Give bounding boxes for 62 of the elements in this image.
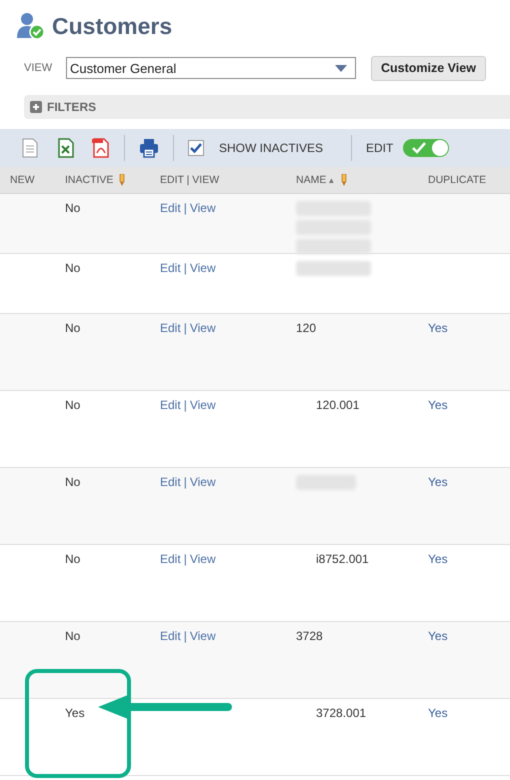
column-header[interactable]: INACTIVE <box>65 174 114 186</box>
view-dropdown[interactable]: Customer General <box>66 57 356 79</box>
view-link[interactable]: View <box>190 201 216 215</box>
edit-toggle[interactable] <box>403 139 450 157</box>
table-cell-text: 120 <box>295 321 316 335</box>
pdf-icon[interactable] <box>92 138 110 158</box>
filters-bar[interactable]: FILTERS <box>24 95 510 119</box>
table-cell-text: No <box>64 552 82 566</box>
check-icon <box>412 142 426 154</box>
table-cell-text: No <box>64 629 82 643</box>
duplicate-link[interactable]: Yes <box>428 552 448 566</box>
view-link[interactable]: View <box>190 475 216 489</box>
duplicate-link[interactable]: Yes <box>428 629 448 643</box>
view-label: VIEW <box>24 62 54 74</box>
edit-link[interactable]: Edit <box>160 201 181 215</box>
table-cell-text: No <box>64 321 82 335</box>
sort-indicator: ▲ <box>327 176 336 184</box>
column-header[interactable]: DUPLICATE <box>428 174 486 186</box>
view-link[interactable]: View <box>190 398 216 412</box>
edit-link[interactable]: Edit <box>160 321 181 335</box>
link-separator: | <box>184 475 187 489</box>
duplicate-link[interactable]: Yes <box>428 706 448 720</box>
table-cell-text: No <box>64 201 82 215</box>
duplicate-link[interactable]: Yes <box>428 321 448 335</box>
link-separator: | <box>184 629 187 643</box>
edit-link[interactable]: Edit <box>160 552 181 566</box>
edit-link[interactable]: Edit <box>160 475 181 489</box>
customize-view-button[interactable]: Customize View <box>371 56 486 80</box>
edit-link[interactable]: Edit <box>160 261 181 275</box>
table-cell-text: No <box>64 261 82 275</box>
column-header[interactable]: EDIT | VIEW <box>160 174 220 186</box>
table-cell-text: i8752.001 <box>315 552 369 566</box>
view-link[interactable]: View <box>190 321 216 335</box>
duplicate-link[interactable]: Yes <box>428 475 448 489</box>
link-separator: | <box>184 552 187 566</box>
table-cell-text: 3728 <box>295 629 323 643</box>
edit-link[interactable]: Edit <box>160 629 181 643</box>
show-inactives-label: SHOW INACTIVES <box>219 141 324 155</box>
show-inactives-checkbox[interactable] <box>188 140 204 156</box>
link-separator: | <box>184 321 187 335</box>
column-header[interactable]: NAME <box>296 174 326 186</box>
link-separator: | <box>184 201 187 215</box>
customer-icon <box>16 12 46 40</box>
table-cell-text: 3728.001 <box>315 706 366 720</box>
table-cell-text: Yes <box>64 706 86 720</box>
print-icon[interactable] <box>139 138 159 158</box>
table-cell-text: No <box>64 398 82 412</box>
link-separator: | <box>184 261 187 275</box>
view-link[interactable]: View <box>190 552 216 566</box>
excel-icon[interactable] <box>58 138 74 158</box>
page-title: Customers <box>52 12 172 40</box>
link-separator: | <box>184 398 187 412</box>
view-link[interactable]: View <box>190 629 216 643</box>
table-cell-text: No <box>64 475 82 489</box>
duplicate-link[interactable]: Yes <box>428 398 448 412</box>
column-header[interactable]: NEW <box>10 174 34 186</box>
edit-link[interactable]: Edit <box>160 398 181 412</box>
view-link[interactable]: View <box>190 261 216 275</box>
document-icon[interactable] <box>22 138 38 158</box>
caret-icon <box>335 64 347 72</box>
edit-label: EDIT <box>366 141 394 155</box>
table-cell-text: 120.001 <box>315 398 360 412</box>
